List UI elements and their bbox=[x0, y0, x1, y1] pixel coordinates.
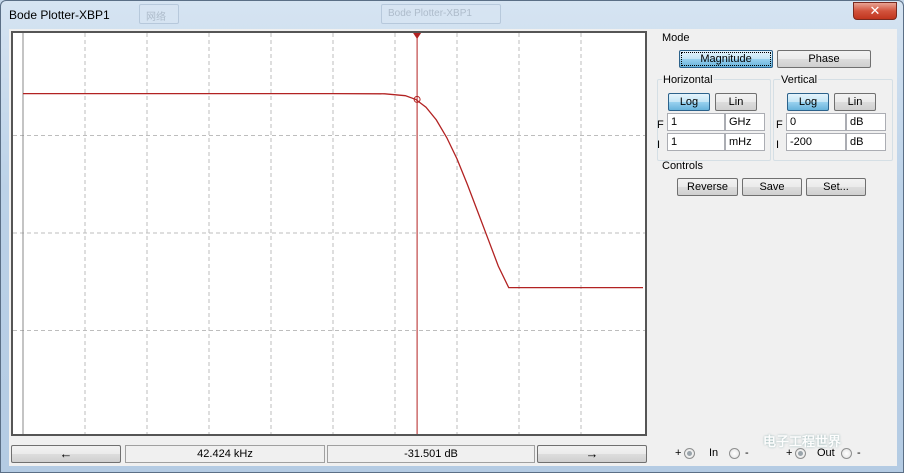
client-area: Mode Magnitude Phase Horizontal Log Lin … bbox=[9, 29, 897, 466]
horizontal-initial-label: I bbox=[657, 139, 661, 151]
horizontal-initial-value[interactable]: 1 bbox=[667, 133, 725, 151]
phase-button[interactable]: Phase bbox=[777, 50, 871, 68]
vertical-final-label: F bbox=[776, 119, 783, 131]
vertical-initial-label: I bbox=[776, 139, 780, 151]
bode-plotter-window: Bode Plotter-XBP1 网络 Bode Plotter-XBP1 ✕… bbox=[0, 0, 904, 473]
in-minus-terminal[interactable] bbox=[729, 448, 740, 459]
watermark-logo: 电子工程世界 bbox=[763, 434, 842, 449]
horizontal-label: Horizontal bbox=[662, 74, 714, 86]
settings-panel: Mode Magnitude Phase Horizontal Log Lin … bbox=[653, 29, 897, 199]
vertical-label: Vertical bbox=[780, 74, 819, 86]
background-window-ghost: Bode Plotter-XBP1 bbox=[381, 4, 501, 24]
horizontal-lin-button[interactable]: Lin bbox=[715, 93, 757, 111]
cursor-left-button[interactable]: ← bbox=[11, 445, 121, 463]
horizontal-initial-unit[interactable]: mHz bbox=[725, 133, 765, 151]
horizontal-log-button[interactable]: Log bbox=[668, 93, 710, 111]
vertical-log-button[interactable]: Log bbox=[787, 93, 829, 111]
cursor-marker bbox=[413, 33, 422, 39]
in-label: In bbox=[709, 447, 719, 459]
close-button[interactable]: ✕ bbox=[853, 2, 897, 20]
horizontal-final-label: F bbox=[657, 119, 664, 131]
in-minus-label: - bbox=[745, 447, 749, 459]
out-minus-terminal[interactable] bbox=[841, 448, 852, 459]
save-button[interactable]: Save bbox=[742, 178, 802, 196]
reverse-button[interactable]: Reverse bbox=[677, 178, 738, 196]
vertical-final-value[interactable]: 0 bbox=[786, 113, 846, 131]
magnitude-button[interactable]: Magnitude bbox=[679, 50, 773, 68]
horizontal-final-value[interactable]: 1 bbox=[667, 113, 725, 131]
magnitude-readout: -31.501 dB bbox=[327, 445, 535, 463]
mode-label: Mode bbox=[662, 32, 690, 44]
frequency-readout: 42.424 kHz bbox=[125, 445, 325, 463]
vertical-initial-value[interactable]: -200 bbox=[786, 133, 846, 151]
set-button[interactable]: Set... bbox=[806, 178, 866, 196]
title-bar[interactable]: Bode Plotter-XBP1 网络 Bode Plotter-XBP1 ✕ bbox=[1, 1, 903, 29]
in-plus-label: + bbox=[675, 447, 682, 459]
out-minus-label: - bbox=[857, 447, 861, 459]
horizontal-final-unit[interactable]: GHz bbox=[725, 113, 765, 131]
vertical-lin-button[interactable]: Lin bbox=[834, 93, 876, 111]
window-title: Bode Plotter-XBP1 bbox=[9, 8, 110, 22]
background-window-ghost: 网络 bbox=[139, 4, 179, 24]
plot-area[interactable] bbox=[11, 31, 647, 436]
bode-plot-svg bbox=[13, 33, 645, 434]
vertical-initial-unit[interactable]: dB bbox=[846, 133, 886, 151]
in-plus-terminal[interactable] bbox=[684, 448, 695, 459]
controls-label: Controls bbox=[662, 160, 703, 172]
cursor-right-button[interactable]: → bbox=[537, 445, 647, 463]
vertical-final-unit[interactable]: dB bbox=[846, 113, 886, 131]
